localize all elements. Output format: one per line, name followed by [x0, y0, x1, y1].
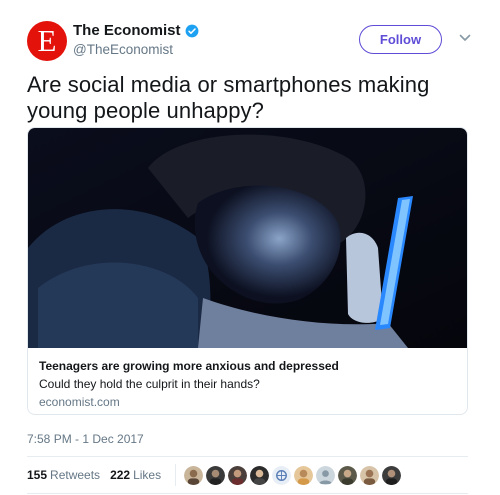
liker-avatar[interactable] — [382, 465, 402, 485]
card-image[interactable] — [28, 128, 468, 348]
retweets-count: 155 — [27, 468, 48, 482]
card-title[interactable]: Teenagers are growing more anxious and d… — [39, 358, 459, 374]
likes-count: 222 — [110, 468, 131, 482]
handle[interactable]: @TheEconomist — [73, 42, 199, 57]
retweets-label: Retweets — [50, 468, 101, 482]
tweet-header: E The Economist @TheEconomist Follow — [27, 21, 475, 63]
avatar[interactable]: E — [27, 21, 67, 61]
liker-avatar[interactable] — [272, 465, 292, 485]
timestamp[interactable]: 7:58 PM - 1 Dec 2017 — [27, 432, 144, 446]
divider-top — [27, 456, 468, 457]
likes-label: Likes — [133, 468, 162, 482]
liker-avatar[interactable] — [206, 465, 226, 485]
display-name-row[interactable]: The Economist — [73, 22, 199, 39]
author-names: The Economist @TheEconomist — [73, 22, 199, 57]
liker-avatar[interactable] — [228, 465, 248, 485]
liker-avatars — [184, 465, 404, 485]
liker-avatar[interactable] — [294, 465, 314, 485]
stats-bar: 155 Retweets 222 Likes — [27, 460, 468, 490]
card-description: Could they hold the culprit in their han… — [39, 377, 260, 391]
card-domain: economist.com — [39, 395, 120, 409]
liker-avatar[interactable] — [338, 465, 358, 485]
link-card[interactable]: Teenagers are growing more anxious and d… — [27, 127, 468, 415]
likes-stat[interactable]: 222 Likes — [110, 468, 161, 482]
follow-button[interactable]: Follow — [359, 25, 442, 54]
liker-avatar[interactable] — [316, 465, 336, 485]
liker-avatar[interactable] — [184, 465, 204, 485]
verified-badge-icon — [185, 24, 198, 37]
chevron-down-icon[interactable] — [459, 33, 471, 43]
card-body: Teenagers are growing more anxious and d… — [39, 358, 459, 410]
display-name[interactable]: The Economist — [73, 22, 181, 39]
liker-avatar[interactable] — [360, 465, 380, 485]
tweet-text: Are social media or smartphones making y… — [27, 72, 430, 123]
liker-avatar[interactable] — [250, 465, 270, 485]
retweets-stat[interactable]: 155 Retweets — [27, 468, 100, 482]
stats-separator — [175, 464, 177, 486]
divider-bottom — [27, 493, 468, 494]
